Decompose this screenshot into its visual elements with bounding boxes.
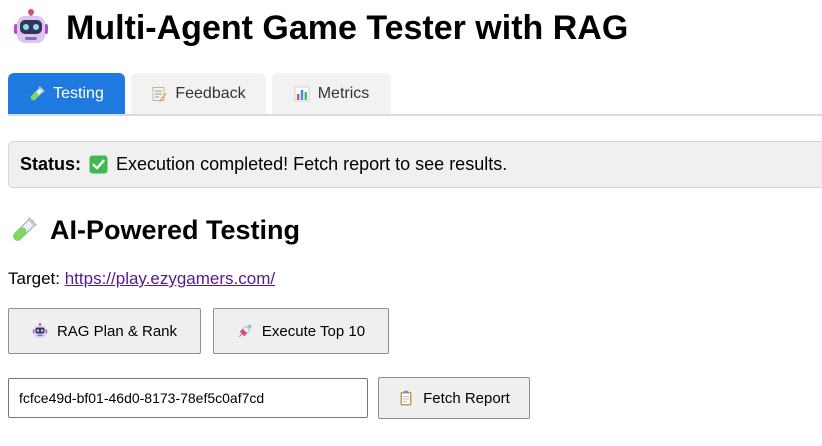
- tab-metrics-label: Metrics: [317, 84, 370, 102]
- app-title: Multi-Agent Game Tester with RAG: [66, 9, 629, 47]
- bar-chart-icon: [294, 86, 310, 102]
- robot-icon: [12, 9, 50, 47]
- tab-feedback-label: Feedback: [175, 84, 246, 102]
- clipboard-icon: [398, 390, 414, 406]
- fetch-report-label: Fetch Report: [423, 389, 510, 407]
- test-tube-icon: [29, 85, 45, 102]
- status-bar: Status: Execution completed! Fetch repor…: [8, 141, 822, 188]
- memo-icon: [151, 86, 167, 102]
- execute-top-10-label: Execute Top 10: [261, 322, 366, 340]
- tab-testing-label: Testing: [53, 84, 104, 102]
- section-heading: AI-Powered Testing: [10, 209, 300, 251]
- execute-top-10-button[interactable]: Execute Top 10: [213, 308, 389, 354]
- report-id-input[interactable]: [8, 378, 368, 418]
- section-title: AI-Powered Testing: [50, 214, 301, 245]
- test-tube-icon: [10, 216, 38, 244]
- target-url-link[interactable]: https://play.ezygamers.com/: [65, 269, 275, 288]
- tab-testing[interactable]: Testing: [8, 73, 125, 114]
- tab-feedback[interactable]: Feedback: [131, 73, 266, 114]
- check-mark-icon: [89, 155, 108, 174]
- target-line: Target: https://play.ezygamers.com/: [8, 267, 275, 291]
- robot-icon: [32, 323, 48, 339]
- fetch-report-button[interactable]: Fetch Report: [378, 377, 530, 419]
- status-label: Status:: [20, 154, 82, 174]
- target-label: Target:: [8, 269, 60, 288]
- tab-metrics[interactable]: Metrics: [272, 73, 391, 114]
- tab-bar: Testing Feedback Metrics: [8, 73, 822, 116]
- syringe-icon: [237, 323, 253, 339]
- app-header: Multi-Agent Game Tester with RAG: [12, 6, 628, 50]
- rag-plan-rank-label: RAG Plan & Rank: [56, 322, 178, 340]
- status-message: Execution completed! Fetch report to see…: [116, 154, 508, 174]
- rag-plan-rank-button[interactable]: RAG Plan & Rank: [8, 308, 201, 354]
